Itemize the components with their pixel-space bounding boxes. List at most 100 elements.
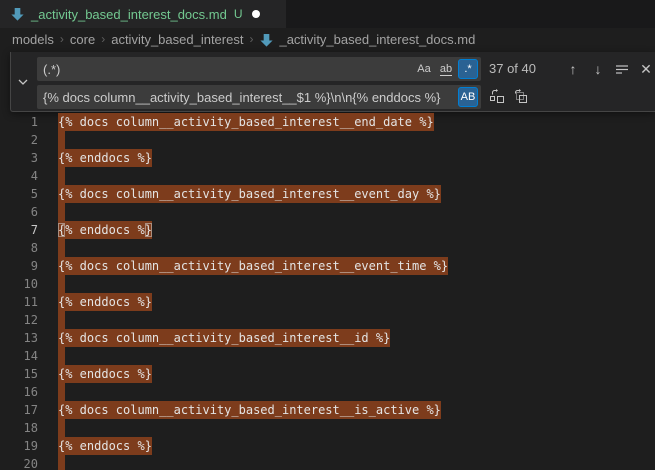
breadcrumb-separator: › bbox=[249, 32, 253, 46]
editor-line[interactable]: 20 bbox=[0, 455, 655, 470]
code-text-match[interactable]: {% docs column__activity_based_interest_… bbox=[58, 401, 441, 419]
line-number: 10 bbox=[0, 275, 38, 293]
breadcrumb-item[interactable]: core bbox=[70, 32, 95, 47]
markdown-file-icon bbox=[10, 7, 25, 22]
code-text-match[interactable]: {% docs column__activity_based_interest_… bbox=[58, 257, 448, 275]
replace-button[interactable] bbox=[487, 86, 507, 106]
line-number: 6 bbox=[0, 203, 38, 221]
regex-toggle[interactable]: .* bbox=[458, 59, 478, 79]
empty-line-match[interactable] bbox=[58, 167, 65, 185]
matched-bracket: { bbox=[58, 223, 65, 237]
chevron-down-icon bbox=[17, 76, 29, 88]
editor-line[interactable]: 7 {% enddocs %} bbox=[0, 221, 655, 239]
breadcrumb-item[interactable]: activity_based_interest bbox=[111, 32, 243, 47]
editor-line[interactable]: 17 {% docs column__activity_based_interes… bbox=[0, 401, 655, 419]
vscode-editor-window: _activity_based_interest_docs.md U model… bbox=[0, 0, 655, 470]
line-number: 7 bbox=[0, 221, 38, 239]
empty-line-match[interactable] bbox=[58, 275, 65, 293]
replace-all-button[interactable] bbox=[510, 86, 530, 106]
line-number: 4 bbox=[0, 167, 38, 185]
line-number: 18 bbox=[0, 419, 38, 437]
git-untracked-badge: U bbox=[234, 7, 243, 21]
replace-input[interactable] bbox=[37, 85, 481, 109]
editor-line[interactable]: 11 {% enddocs %} bbox=[0, 293, 655, 311]
find-replace-widget: Aa ab .* 37 of 40 ↑ ↓ ✕ AB bbox=[10, 52, 655, 112]
markdown-file-icon bbox=[259, 33, 274, 48]
empty-line-match[interactable] bbox=[58, 239, 65, 257]
line-number: 15 bbox=[0, 365, 38, 383]
code-text-match[interactable]: {% enddocs %} bbox=[58, 437, 152, 455]
replace-icon bbox=[489, 88, 505, 104]
empty-line-match[interactable] bbox=[58, 203, 65, 221]
editor-line[interactable]: 9 {% docs column__activity_based_interest… bbox=[0, 257, 655, 275]
editor-line[interactable]: 1 {% docs column__activity_based_interest… bbox=[0, 113, 655, 131]
close-find-widget-button[interactable]: ✕ bbox=[636, 59, 655, 79]
line-number: 1 bbox=[0, 113, 38, 131]
breadcrumb-separator: › bbox=[60, 32, 64, 46]
editor-line[interactable]: 4 bbox=[0, 167, 655, 185]
toggle-replace-button[interactable] bbox=[11, 52, 35, 112]
line-number: 2 bbox=[0, 131, 38, 149]
code-text-match[interactable]: {% docs column__activity_based_interest_… bbox=[58, 185, 441, 203]
editor-line[interactable]: 12 bbox=[0, 311, 655, 329]
whole-word-toggle[interactable]: ab bbox=[436, 59, 456, 79]
line-number: 14 bbox=[0, 347, 38, 365]
previous-match-button[interactable]: ↑ bbox=[563, 59, 583, 79]
replace-all-icon bbox=[512, 88, 528, 104]
breadcrumb: models › core › activity_based_interest › _ac… bbox=[0, 28, 655, 50]
code-text-match[interactable]: {% docs column__activity_based_interest_… bbox=[58, 113, 434, 131]
unsaved-changes-dot[interactable] bbox=[252, 10, 260, 18]
line-number: 9 bbox=[0, 257, 38, 275]
tab-bar: _activity_based_interest_docs.md U bbox=[0, 0, 655, 28]
editor-line[interactable]: 3 {% enddocs %} bbox=[0, 149, 655, 167]
breadcrumb-item[interactable]: models bbox=[12, 32, 54, 47]
empty-line-match[interactable] bbox=[58, 419, 65, 437]
whole-word-label: ab bbox=[440, 63, 452, 76]
empty-line-match[interactable] bbox=[58, 383, 65, 401]
editor-line[interactable]: 5{% docs column__activity_based_interest… bbox=[0, 185, 655, 203]
code-text-match[interactable]: {% enddocs %} bbox=[58, 365, 152, 383]
editor-line[interactable]: 8 bbox=[0, 239, 655, 257]
find-toggles: Aa ab .* bbox=[414, 59, 478, 79]
editor-line[interactable]: 13 {% docs column__activity_based_interes… bbox=[0, 329, 655, 347]
editor-line[interactable]: 15 {% enddocs %} bbox=[0, 365, 655, 383]
code-text-match[interactable]: {% enddocs %} bbox=[58, 293, 152, 311]
tab-activity-based-interest-docs[interactable]: _activity_based_interest_docs.md U bbox=[0, 0, 286, 28]
replace-toggles: AB bbox=[458, 87, 478, 107]
code-text-match[interactable]: {% docs column__activity_based_interest_… bbox=[58, 329, 390, 347]
line-number: 16 bbox=[0, 383, 38, 401]
find-in-selection-icon bbox=[615, 62, 629, 76]
match-count: 37 of 40 bbox=[489, 57, 536, 81]
code-text-match[interactable]: {% enddocs %} bbox=[58, 221, 152, 239]
line-number: 11 bbox=[0, 293, 38, 311]
editor-lines[interactable]: 1 {% docs column__activity_based_interest… bbox=[0, 113, 655, 470]
empty-line-match[interactable] bbox=[58, 455, 65, 470]
breadcrumb-separator: › bbox=[101, 32, 105, 46]
editor-line[interactable]: 10 bbox=[0, 275, 655, 293]
empty-line-match[interactable] bbox=[58, 347, 65, 365]
line-number: 8 bbox=[0, 239, 38, 257]
empty-line-match[interactable] bbox=[58, 311, 65, 329]
breadcrumb-item[interactable]: _activity_based_interest_docs.md bbox=[279, 32, 475, 47]
line-number: 17 bbox=[0, 401, 38, 419]
editor-line[interactable]: 19 {% enddocs %} bbox=[0, 437, 655, 455]
find-input-box: Aa ab .* bbox=[37, 57, 481, 81]
editor-line[interactable]: 14 bbox=[0, 347, 655, 365]
line-number: 13 bbox=[0, 329, 38, 347]
editor-line[interactable]: 2 bbox=[0, 131, 655, 149]
line-number: 20 bbox=[0, 455, 38, 470]
find-in-selection-button[interactable] bbox=[612, 59, 632, 79]
code-text-match[interactable]: {% enddocs %} bbox=[58, 149, 152, 167]
next-match-button[interactable]: ↓ bbox=[588, 59, 608, 79]
line-number: 19 bbox=[0, 437, 38, 455]
tab-filename: _activity_based_interest_docs.md bbox=[31, 7, 227, 22]
line-number: 12 bbox=[0, 311, 38, 329]
preserve-case-toggle[interactable]: AB bbox=[458, 87, 478, 107]
line-number: 3 bbox=[0, 149, 38, 167]
editor-line[interactable]: 16 bbox=[0, 383, 655, 401]
editor-line[interactable]: 6 bbox=[0, 203, 655, 221]
match-case-toggle[interactable]: Aa bbox=[414, 59, 434, 79]
replace-input-box: AB bbox=[37, 85, 481, 109]
editor-line[interactable]: 18 bbox=[0, 419, 655, 437]
empty-line-match[interactable] bbox=[58, 131, 65, 149]
